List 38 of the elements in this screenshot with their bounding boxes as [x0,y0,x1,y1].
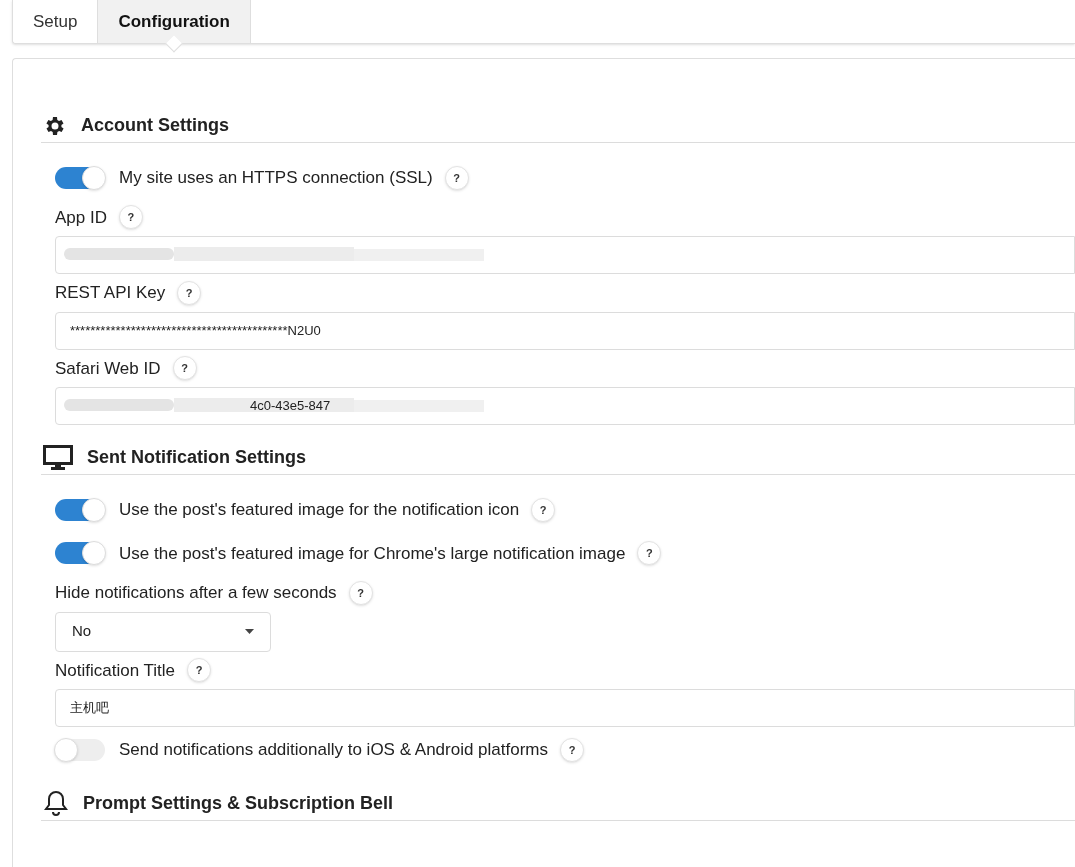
help-icon[interactable]: ? [444,165,469,190]
help-icon[interactable]: ? [531,497,556,522]
help-icon[interactable]: ? [187,658,211,683]
help-icon[interactable]: ? [177,280,202,305]
help-icon[interactable]: ? [348,580,373,605]
toggle-switch[interactable] [55,166,105,189]
tab[interactable]: Setup [13,0,98,43]
help-icon[interactable]: ? [560,737,585,762]
field-value: 主机吧 [70,699,109,718]
input-field[interactable] [55,236,1075,274]
field-label: Notification Title [55,659,175,682]
help-icon[interactable]: ? [637,541,662,566]
help-icon[interactable]: ? [172,356,197,381]
section-title: Sent Notification Settings [87,446,306,469]
section-title: Account Settings [81,114,229,137]
field-label: REST API Key [55,282,166,304]
toggle-switch[interactable] [55,542,105,565]
section-title: Prompt Settings & Subscription Bell [83,791,394,815]
toggle-switch[interactable] [55,738,105,761]
caret-icon [245,629,254,634]
select-dropdown[interactable]: No [55,611,271,652]
input-field[interactable]: *******************************************N2U0 [55,311,1075,350]
field-label: Hide notifications after a few seconds [55,582,337,604]
help-icon[interactable]: ? [119,205,143,230]
toggle-label: Use the post's featured image for the notification icon [119,499,520,521]
toggle-label: Send notifications additionally to iOS & Android platforms [119,739,549,761]
field-value: 4c0-43e5-847 [250,397,331,416]
toggle-label: Use the post's featured image for Chrome's large notification image [119,542,626,565]
field-value: *******************************************N2U0 [70,321,321,340]
tab[interactable]: Configuration [97,0,251,43]
input-field[interactable]: 主机吧 [55,689,1075,727]
toggle-switch[interactable] [55,498,105,521]
field-label: Safari Web ID [55,357,161,380]
bell-icon [43,789,69,817]
input-field[interactable]: 4c0-43e5-847 [55,387,1075,425]
monitor-icon [43,444,73,471]
field-label: App ID [55,206,107,229]
toggle-label: My site uses an HTTPS connection (SSL) [119,167,433,189]
